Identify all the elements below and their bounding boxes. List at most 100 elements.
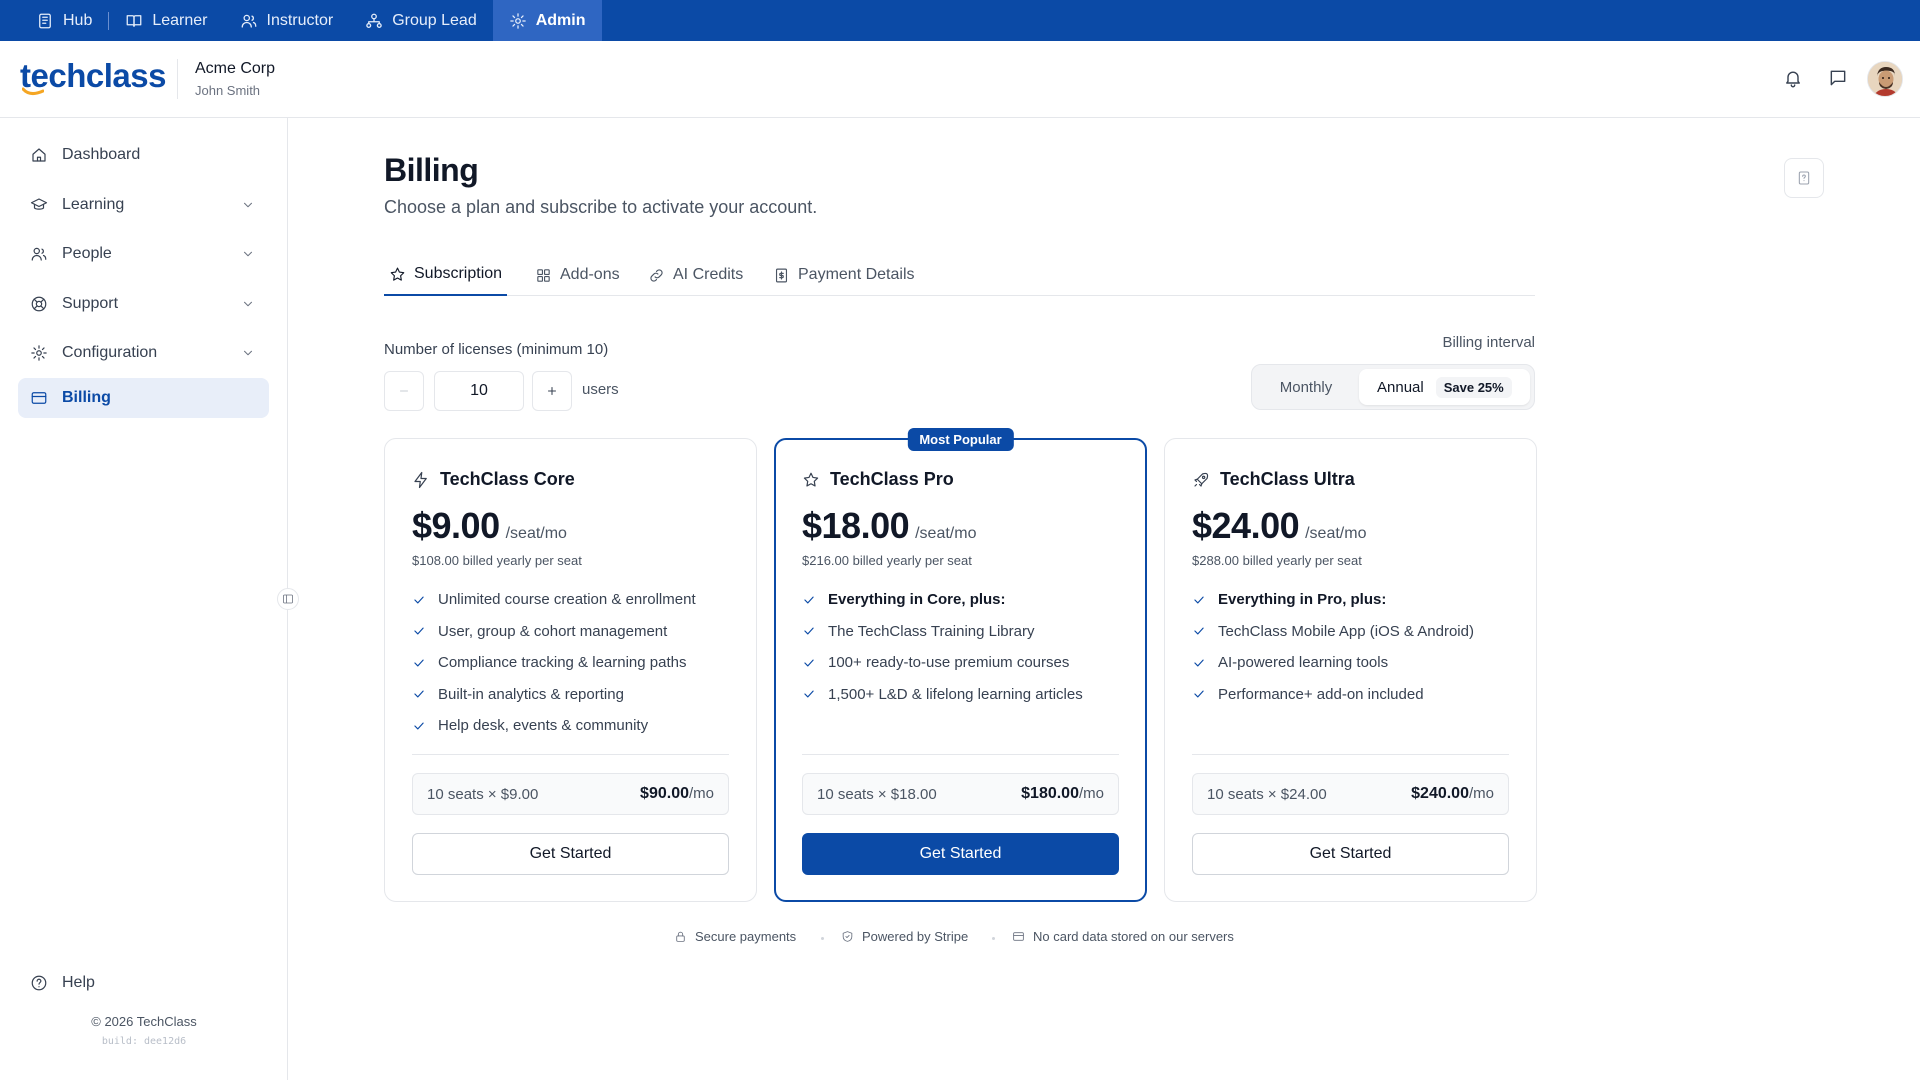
interval-annual-label: Annual <box>1377 378 1424 396</box>
feature-item: Help desk, events & community <box>412 710 696 742</box>
get-started-core-button[interactable]: Get Started <box>412 833 729 875</box>
feature-item: TechClass Mobile App (iOS & Android) <box>1192 616 1474 648</box>
card-divider <box>802 754 1119 755</box>
increment-licenses-button[interactable] <box>532 371 572 411</box>
sidebar-item-learning[interactable]: Learning <box>18 185 269 225</box>
sidebar-item-label: Billing <box>62 389 111 406</box>
plan-cost-summary: 10 seats × $18.00 $180.00/mo <box>802 773 1119 815</box>
check-icon <box>1194 690 1204 698</box>
role-tab-admin[interactable]: Admin <box>492 0 602 41</box>
cost-total-amount: $90.00 <box>640 785 689 802</box>
plan-price-unit: /seat/mo <box>915 525 977 542</box>
feature-text: 1,500+ L&D & lifelong learning articles <box>828 685 1083 703</box>
feature-text: Help desk, events & community <box>438 717 649 735</box>
plan-header: TechClass Core <box>412 469 575 490</box>
sidebar-item-billing[interactable]: Billing <box>18 378 269 418</box>
home-icon <box>32 148 46 162</box>
feature-item: Everything in Pro, plus: <box>1192 584 1474 616</box>
card-divider <box>412 754 729 755</box>
feature-text: The TechClass Training Library <box>828 622 1035 640</box>
avatar-image-icon <box>1868 62 1902 96</box>
sidebar-item-dashboard[interactable]: Dashboard <box>18 135 269 175</box>
check-icon <box>804 627 814 635</box>
techclass-logo[interactable]: techclass <box>20 55 166 99</box>
sidebar-item-people[interactable]: People <box>18 234 269 274</box>
trust-label: Powered by Stripe <box>862 929 969 944</box>
cost-total: $240.00/mo <box>1411 785 1494 803</box>
check-icon <box>414 627 424 635</box>
sidebar-item-configuration[interactable]: Configuration <box>18 333 269 373</box>
role-tab-hub[interactable]: Hub <box>20 0 108 41</box>
cost-total-amount: $240.00 <box>1411 785 1469 802</box>
sidebar-collapse-button[interactable] <box>277 588 299 610</box>
plan-header: TechClass Pro <box>802 469 954 490</box>
tab-subscription[interactable]: Subscription <box>384 254 508 296</box>
interval-monthly-option[interactable]: Monthly <box>1256 369 1356 405</box>
grid-icon <box>537 268 550 282</box>
billing-tabs: Subscription Add-ons AI Credits Payment … <box>384 254 1535 296</box>
chevron-down-icon <box>243 251 253 257</box>
licenses-input[interactable] <box>434 371 524 411</box>
feature-text: Unlimited course creation & enrollment <box>438 591 696 609</box>
help-circle-icon <box>31 975 47 991</box>
cost-total-unit: /mo <box>1468 785 1494 802</box>
lifebuoy-icon <box>31 296 47 312</box>
plan-features: Everything in Pro, plus: TechClass Mobil… <box>1192 584 1474 710</box>
chevron-down-icon <box>243 202 253 208</box>
page-help-button[interactable] <box>1784 158 1824 198</box>
feature-text: Compliance tracking & learning paths <box>438 654 687 672</box>
book-icon <box>126 14 142 27</box>
plan-price: $9.00 <box>412 505 500 546</box>
tab-payment-details[interactable]: Payment Details <box>768 254 920 296</box>
licenses-label: Number of licenses (minimum 10) <box>384 341 609 358</box>
card-icon <box>1013 932 1024 941</box>
feature-text: User, group & cohort management <box>438 622 668 640</box>
plan-billed-note: $216.00 billed yearly per seat <box>802 553 972 568</box>
logo-swoosh-icon <box>22 87 44 96</box>
tab-label: Payment Details <box>798 266 915 283</box>
sidebar-item-label: Help <box>62 974 95 991</box>
credit-card-icon <box>31 392 47 404</box>
plus-icon <box>547 386 557 396</box>
licenses-unit: users <box>582 381 619 398</box>
plan-card-pro: Most Popular TechClass Pro $18.00 /seat/… <box>774 428 1147 902</box>
get-started-ultra-button[interactable]: Get Started <box>1192 833 1509 875</box>
check-icon <box>1194 659 1204 667</box>
role-tab-instructor[interactable]: Instructor <box>224 0 350 41</box>
check-icon <box>1194 596 1204 604</box>
tab-add-ons[interactable]: Add-ons <box>530 254 625 296</box>
page-title: Billing <box>384 152 479 188</box>
app-header: techclass Acme Corp John Smith <box>0 41 1920 118</box>
role-tab-learner[interactable]: Learner <box>109 0 223 41</box>
current-user-name: John Smith <box>195 83 261 98</box>
notifications-button[interactable] <box>1783 68 1805 90</box>
card-divider <box>1192 754 1509 755</box>
decrement-licenses-button[interactable] <box>384 371 424 411</box>
sidebar-item-support[interactable]: Support <box>18 284 269 324</box>
role-tab-group-lead[interactable]: Group Lead <box>349 0 493 41</box>
star-icon <box>803 472 819 487</box>
feature-item: Built-in analytics & reporting <box>412 679 696 711</box>
tab-label: AI Credits <box>673 266 744 283</box>
cost-total: $180.00/mo <box>1021 785 1104 803</box>
shield-check-icon <box>842 931 853 942</box>
rocket-icon <box>1194 472 1209 487</box>
feature-item: AI-powered learning tools <box>1192 647 1474 679</box>
role-switcher-bar: Hub Learner Instructor Group Lead Admin <box>0 0 1920 41</box>
plan-header: TechClass Ultra <box>1192 469 1355 490</box>
plan-price: $24.00 <box>1192 505 1300 546</box>
interval-annual-option[interactable]: Annual Save 25% <box>1359 369 1530 405</box>
most-popular-badge: Most Popular <box>907 428 1014 451</box>
user-avatar[interactable] <box>1867 61 1903 97</box>
trust-secure-payments: Secure payments <box>674 929 796 944</box>
plan-features: Everything in Core, plus: The TechClass … <box>802 584 1083 710</box>
graduation-cap-icon <box>30 198 48 210</box>
sidebar-item-help[interactable]: Help <box>18 963 269 1003</box>
message-square-icon <box>1830 70 1846 86</box>
messages-button[interactable] <box>1828 68 1850 90</box>
tab-ai-credits[interactable]: AI Credits <box>643 254 748 296</box>
check-icon <box>414 690 424 698</box>
get-started-pro-button[interactable]: Get Started <box>802 833 1119 875</box>
chevron-down-icon <box>243 350 253 356</box>
check-icon <box>414 659 424 667</box>
